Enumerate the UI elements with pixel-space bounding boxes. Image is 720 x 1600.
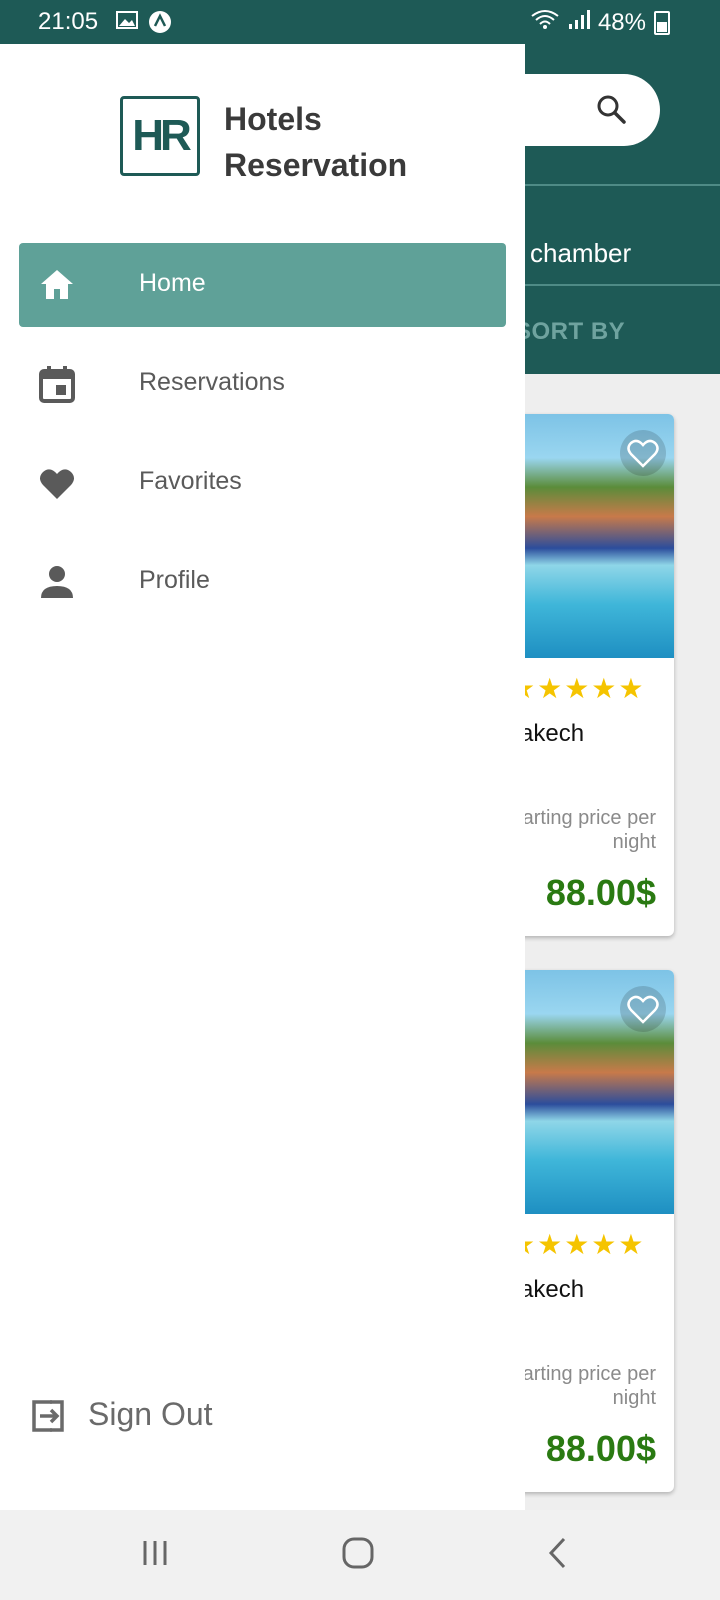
star-rating: ★★★★★ xyxy=(510,673,646,704)
navigation-drawer: HR Hotels Reservation Home Reservations … xyxy=(0,44,525,1510)
category-filter[interactable]: chamber xyxy=(530,238,631,269)
sort-by-button[interactable]: SORT BY xyxy=(515,318,625,346)
hotel-city: akech xyxy=(520,720,585,747)
nav-label: Profile xyxy=(139,566,210,594)
hotel-price: 88.00$ xyxy=(545,1428,656,1469)
person-icon xyxy=(37,562,77,602)
header-divider xyxy=(525,284,720,286)
app-brand: Hotels Reservation xyxy=(224,96,407,188)
recent-apps-button[interactable] xyxy=(125,1535,185,1575)
nav-item-reservations[interactable]: Reservations xyxy=(19,342,506,426)
signal-icon xyxy=(568,8,590,37)
favorite-button[interactable] xyxy=(620,430,666,476)
search-icon[interactable] xyxy=(596,94,626,129)
home-nav-button[interactable] xyxy=(328,1535,388,1575)
header-divider xyxy=(525,184,720,186)
sign-out-label: Sign Out xyxy=(88,1396,213,1432)
home-circle-icon xyxy=(341,1536,375,1575)
app-logo: HR xyxy=(120,96,200,176)
app-notification-icon xyxy=(148,10,172,39)
hotel-price: 88.00$ xyxy=(545,872,656,913)
status-bar: 21:05 48% xyxy=(0,0,720,44)
battery-percent: 48% xyxy=(597,8,646,36)
nav-item-profile[interactable]: Profile xyxy=(19,540,506,624)
nav-label: Reservations xyxy=(139,368,285,396)
image-icon xyxy=(116,10,138,39)
nav-item-favorites[interactable]: Favorites xyxy=(19,441,506,525)
back-icon xyxy=(546,1536,570,1575)
home-icon xyxy=(37,265,77,305)
favorite-button[interactable] xyxy=(620,986,666,1032)
wifi-icon xyxy=(530,8,560,37)
brand-line-1: Hotels xyxy=(224,101,322,137)
sign-out-button[interactable]: Sign Out xyxy=(30,1388,330,1448)
hotel-city: akech xyxy=(520,1276,585,1303)
sign-out-icon xyxy=(30,1398,66,1439)
nav-label: Favorites xyxy=(139,467,242,495)
nav-label: Home xyxy=(139,269,206,297)
battery-icon xyxy=(654,10,670,35)
back-button[interactable] xyxy=(528,1535,588,1575)
star-rating: ★★★★★ xyxy=(510,1229,646,1260)
calendar-icon xyxy=(37,364,77,404)
brand-line-2: Reservation xyxy=(224,147,408,183)
status-time: 21:05 xyxy=(38,8,99,35)
heart-icon xyxy=(37,463,77,503)
system-navigation-bar xyxy=(0,1510,720,1600)
recent-apps-icon xyxy=(140,1538,170,1573)
nav-item-home[interactable]: Home xyxy=(19,243,506,327)
